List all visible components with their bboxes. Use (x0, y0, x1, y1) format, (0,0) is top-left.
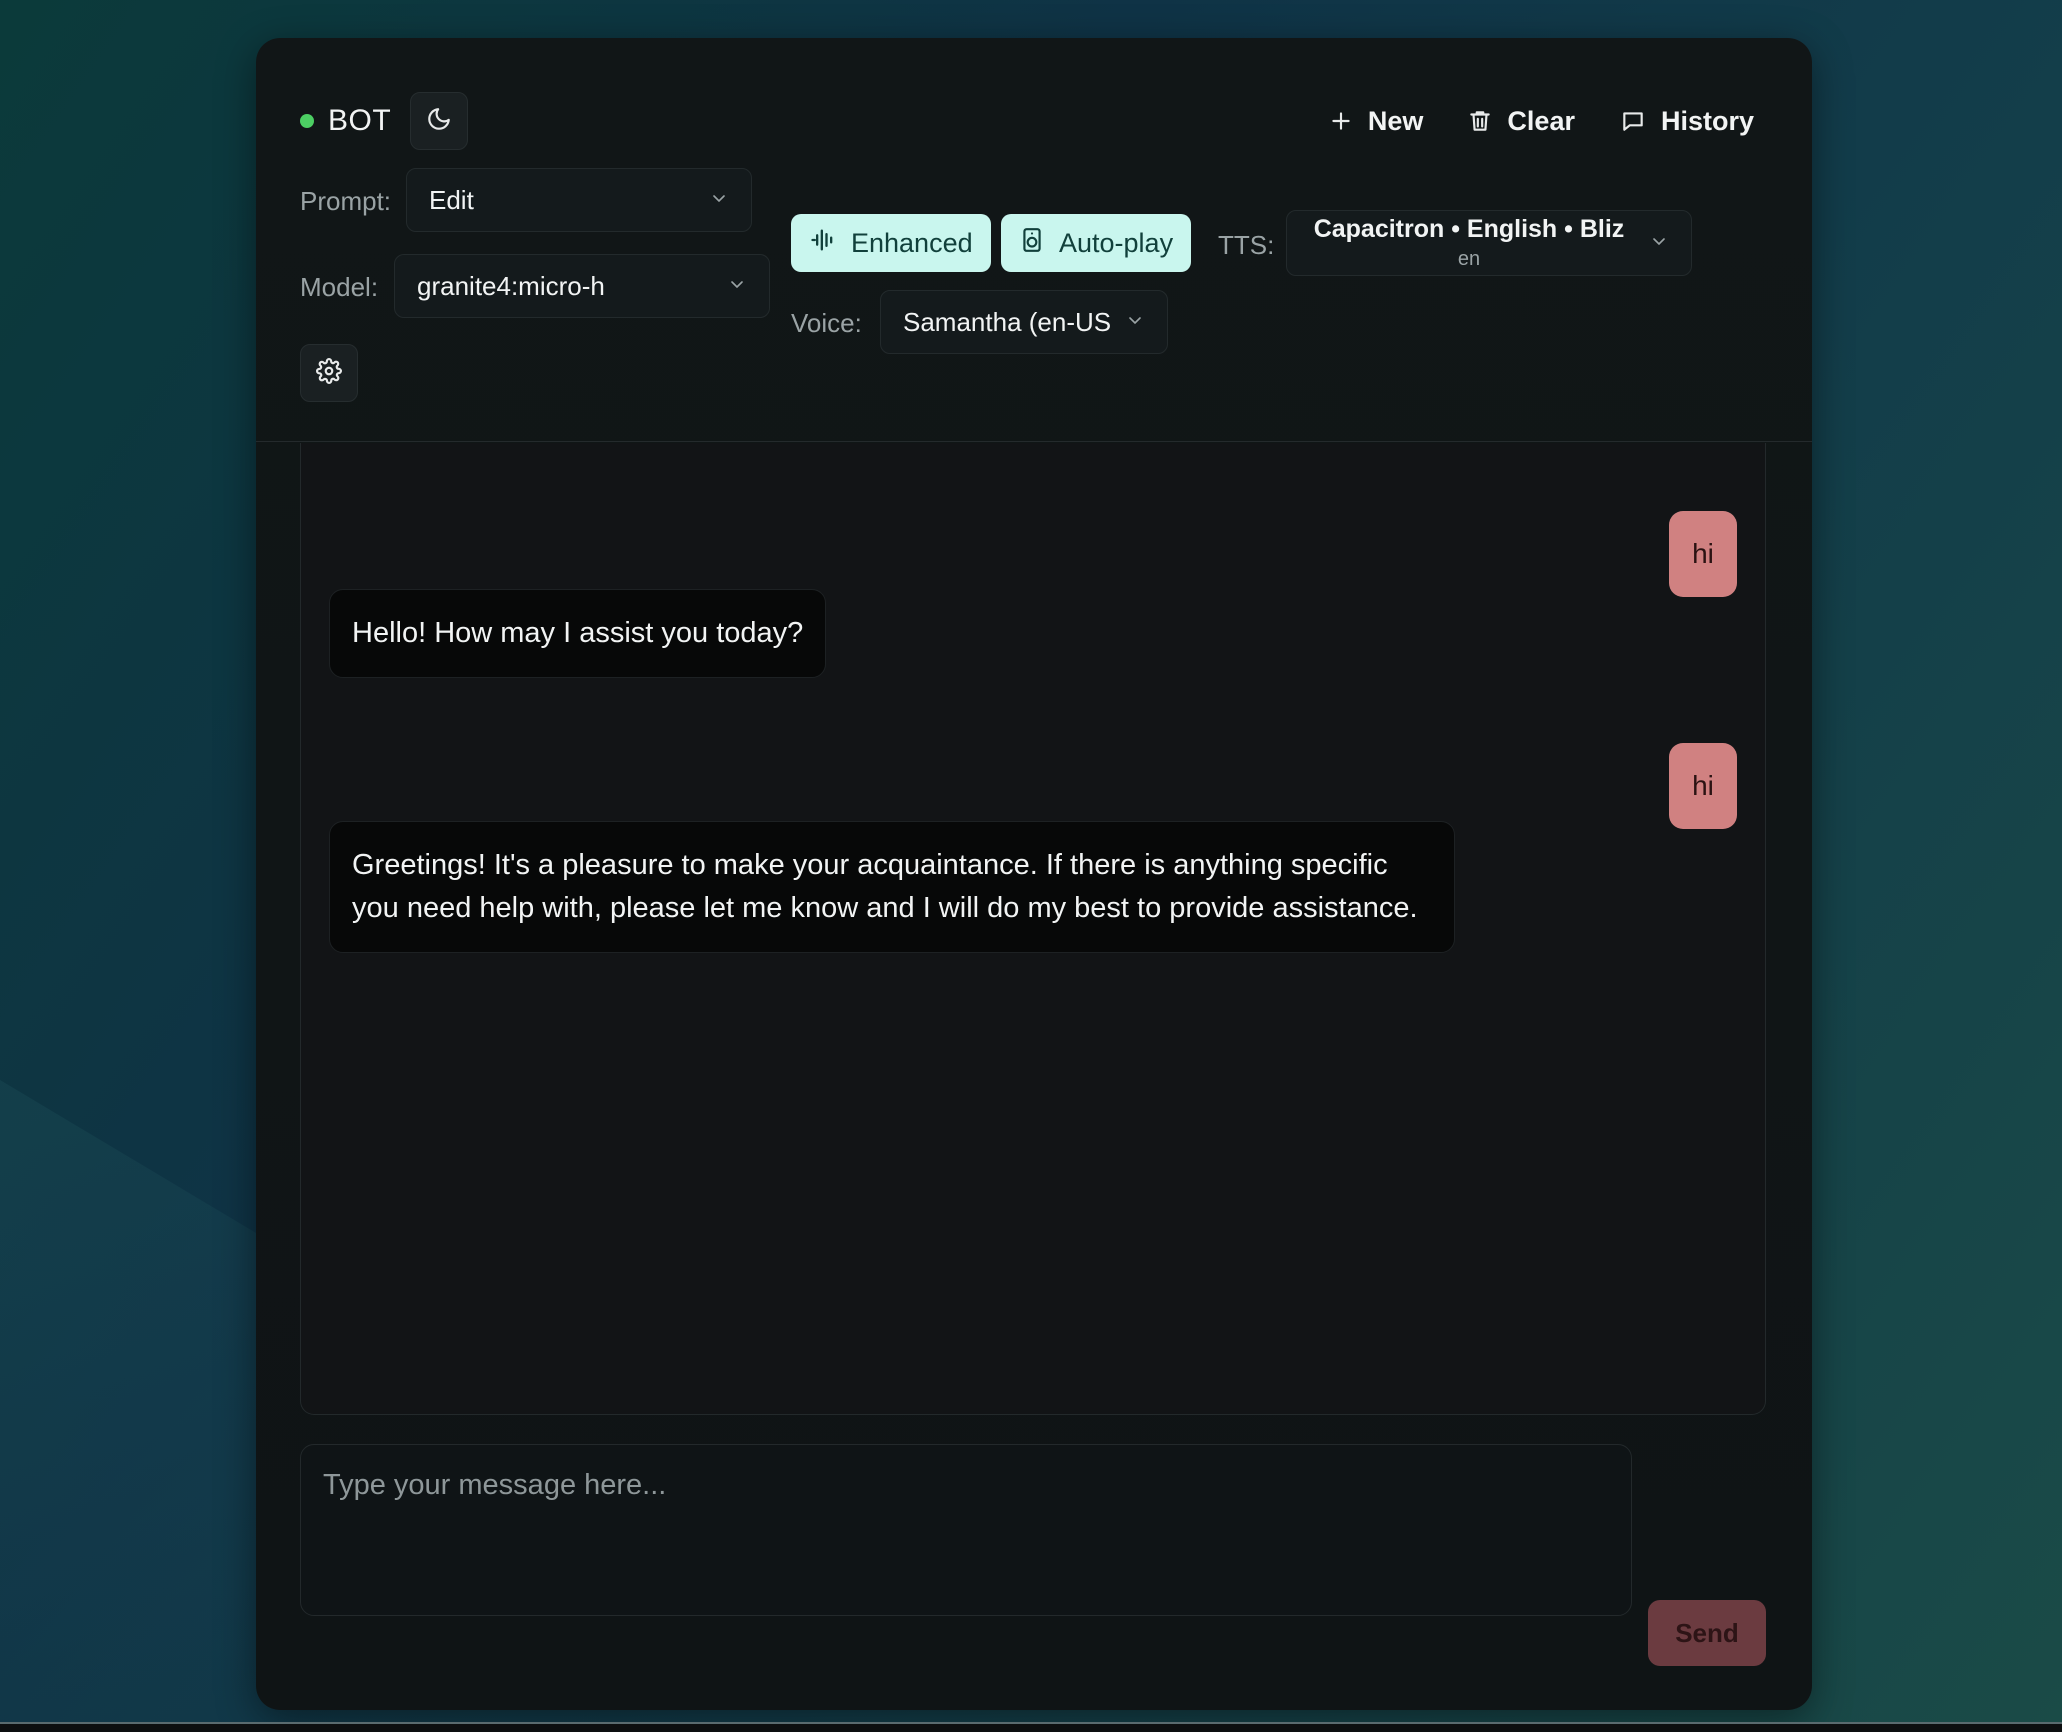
speaker-icon (1019, 226, 1045, 261)
brand: BOT (300, 92, 391, 150)
header: BOT New Clear History Prompt: Edit Model… (256, 38, 1812, 442)
chevron-down-icon (1125, 307, 1145, 338)
top-actions: New Clear History (1328, 92, 1754, 150)
theme-toggle-button[interactable] (410, 92, 468, 150)
model-label: Model: (300, 272, 379, 302)
chat-panel: BOT New Clear History Prompt: Edit Model… (256, 38, 1812, 1710)
tts-select[interactable]: Capacitron • English • Bliz en (1286, 210, 1692, 276)
autoplay-toggle[interactable]: Auto-play (1001, 214, 1192, 272)
new-chat-button[interactable]: New (1328, 105, 1424, 137)
trash-icon (1467, 108, 1493, 134)
model-select[interactable]: granite4:micro-h (394, 254, 770, 318)
prompt-select[interactable]: Edit (406, 168, 752, 232)
bot-message: Hello! How may I assist you today? (329, 589, 827, 678)
user-message: hi (1669, 743, 1737, 829)
status-dot (300, 114, 314, 128)
chat-bubble-icon (1619, 108, 1647, 134)
voice-select[interactable]: Samantha (en-US (880, 290, 1168, 354)
enhanced-label: Enhanced (851, 227, 973, 258)
history-button[interactable]: History (1619, 106, 1754, 137)
tts-label: TTS: (1218, 230, 1275, 260)
brand-name: BOT (328, 104, 392, 137)
model-value: granite4:micro-h (417, 270, 605, 301)
bot-message: Greetings! It's a pleasure to make your … (329, 821, 1455, 953)
clear-label: Clear (1507, 105, 1575, 136)
waveform-icon (809, 226, 837, 261)
prompt-value: Edit (429, 184, 474, 215)
send-button[interactable]: Send (1648, 1600, 1766, 1666)
enhanced-toggle[interactable]: Enhanced (791, 214, 991, 272)
history-label: History (1660, 105, 1754, 136)
chevron-down-icon (727, 271, 747, 302)
tts-value: Capacitron • English • Bliz (1313, 215, 1625, 243)
taskbar-strip (0, 1722, 2062, 1732)
prompt-label: Prompt: (300, 186, 392, 216)
gear-icon (316, 357, 342, 389)
autoplay-label: Auto-play (1059, 227, 1174, 258)
plus-icon (1328, 108, 1354, 134)
voice-label: Voice: (791, 308, 862, 338)
settings-button[interactable] (300, 344, 358, 402)
chevron-down-icon (709, 185, 729, 216)
voice-value: Samantha (en-US (903, 306, 1111, 337)
chevron-down-icon (1649, 228, 1669, 259)
message-list[interactable]: hi Hello! How may I assist you today? hi… (300, 443, 1766, 1415)
message-input[interactable] (300, 1444, 1632, 1616)
user-message: hi (1669, 511, 1737, 597)
clear-button[interactable]: Clear (1467, 106, 1575, 137)
tts-language: en (1457, 248, 1481, 270)
new-chat-label: New (1367, 105, 1424, 136)
moon-icon (426, 106, 452, 137)
